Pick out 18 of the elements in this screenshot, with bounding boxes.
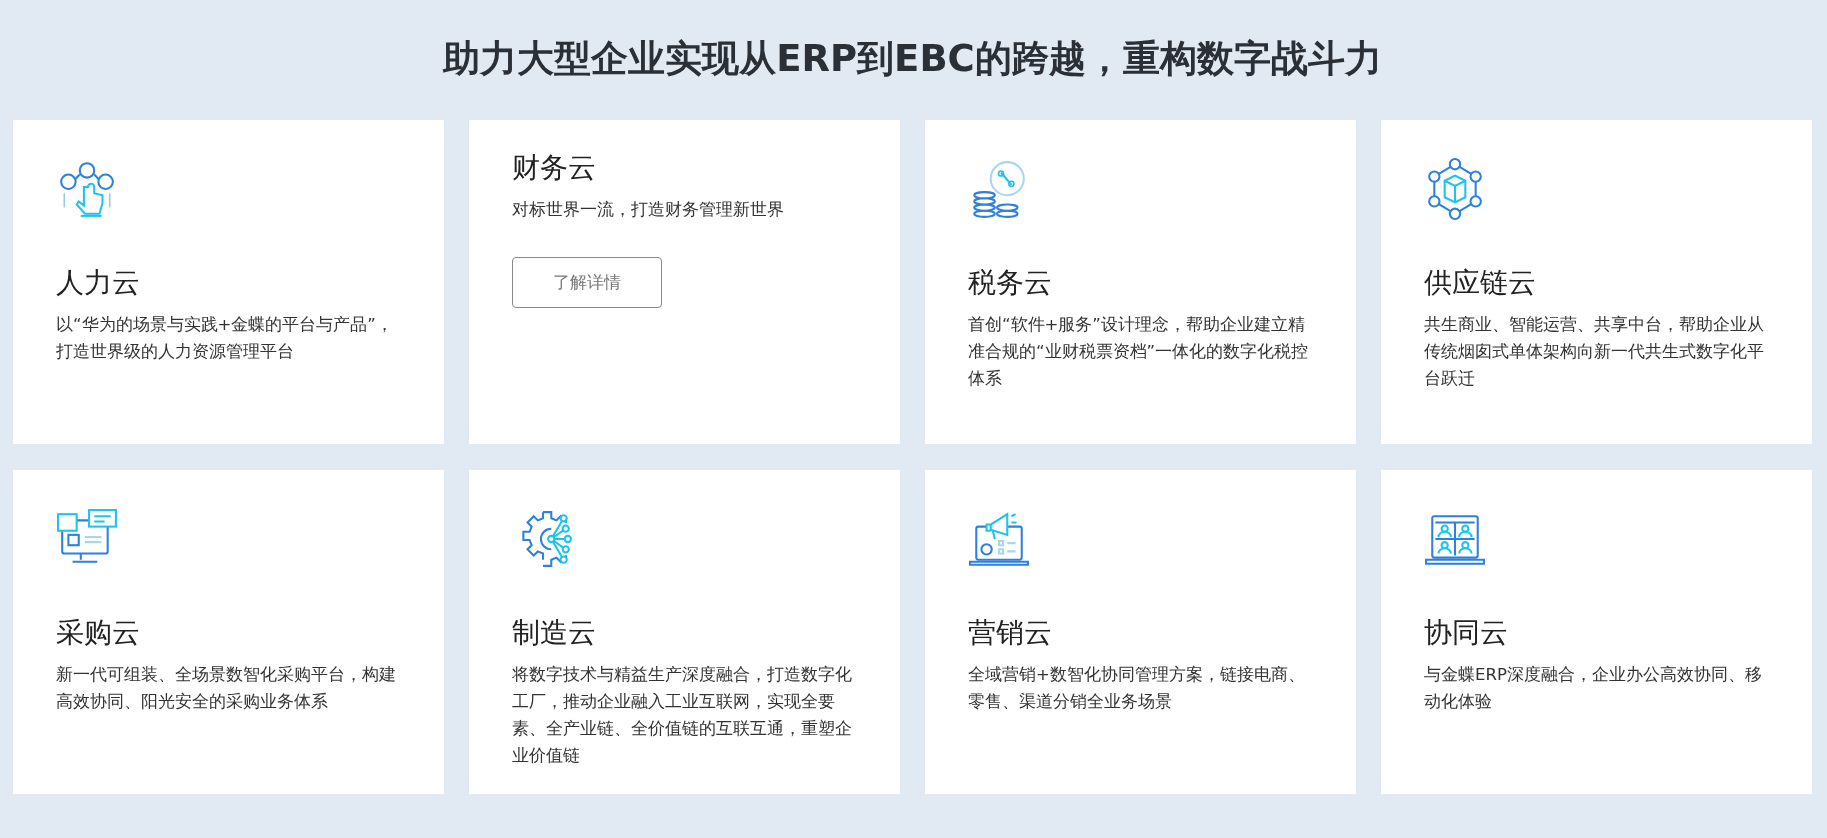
card-title: 税务云 — [968, 265, 1053, 301]
card-description: 将数字技术与精益生产深度融合，打造数字化工厂，推动企业融入工业互联网，实现全要素、全产业链、全价值链的互联互通，重塑企业价值链 — [512, 664, 853, 767]
card-title: 协同云 — [1424, 615, 1509, 651]
card-description: 新一代可组装、全场景数智化采购平台，构建高效协同、阳光安全的采购业务体系 — [56, 664, 397, 713]
page-heading: 助力大型企业实现从ERP到EBC的跨越，重构数字战斗力 — [441, 36, 1383, 82]
card-description: 对标世界一流，打造财务管理新世界 — [512, 199, 785, 221]
card-title: 供应链云 — [1424, 265, 1537, 301]
details-button[interactable]: 了解详情 — [512, 257, 662, 308]
card-title: 人力云 — [56, 265, 141, 301]
card-description: 全域营销+数智化协同管理方案，链接电商、零售、渠道分销全业务场景 — [968, 664, 1306, 713]
card-description: 共生商业、智能运营、共享中台，帮助企业从传统烟囱式单体架构向新一代共生式数字化平台跃迁 — [1424, 314, 1765, 390]
card-description: 首创“软件+服务”设计理念，帮助企业建立精准合规的“业财税票资档”一体化的数字化税控体系 — [968, 314, 1310, 390]
card-title: 财务云 — [512, 150, 597, 186]
card-title: 营销云 — [968, 615, 1053, 651]
card-title: 制造云 — [512, 615, 597, 651]
card-description: 以“华为的场景与实践+金蝶的平台与产品”，打造世界级的人力资源管理平台 — [56, 314, 394, 363]
card-description: 与金蝶ERP深度融合，企业办公高效协同、移动化体验 — [1424, 664, 1763, 713]
card-title: 采购云 — [56, 615, 141, 651]
